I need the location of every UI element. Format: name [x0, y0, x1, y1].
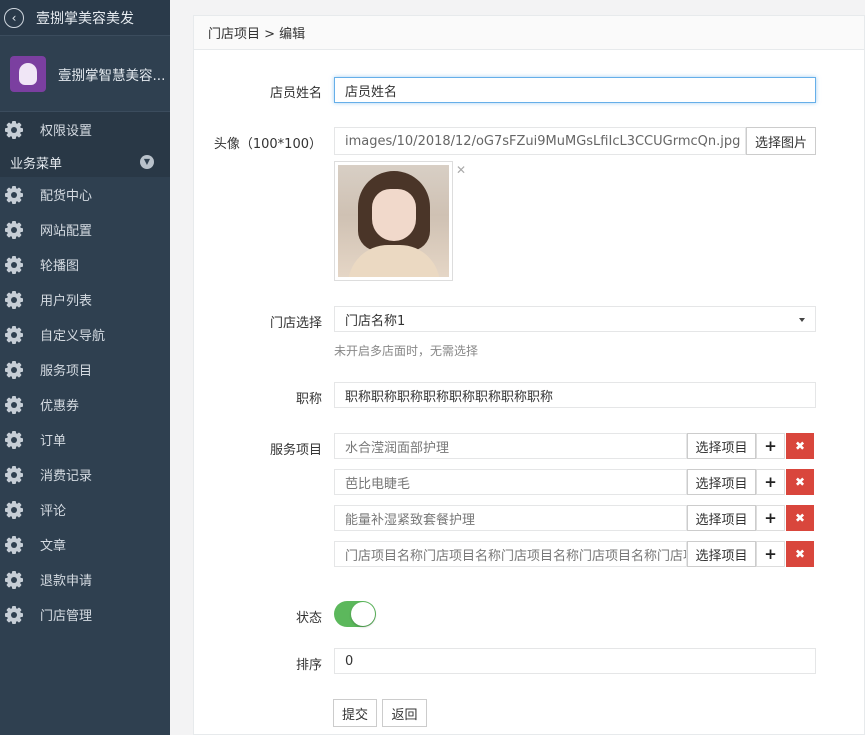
sidebar-item-label: 轮播图 [40, 259, 80, 274]
sidebar-item[interactable]: 配货中心 [0, 177, 170, 212]
sidebar: ‹ 壹捌掌美容美发 壹捌掌智慧美容... 权限设置 业务菜单 ▼ 配货中心网站配… [0, 0, 170, 735]
delete-icon[interactable]: ✖ [786, 505, 814, 531]
gear-icon [5, 325, 23, 344]
gear-icon [5, 500, 23, 519]
sidebar-header: ‹ 壹捌掌美容美发 [0, 0, 170, 36]
caret-down-icon [799, 318, 805, 322]
gear-icon [5, 605, 23, 624]
plus-icon[interactable]: + [756, 469, 785, 495]
brand-name: 壹捌掌智慧美容... [58, 67, 166, 84]
sort-input[interactable]: 0 [334, 648, 816, 674]
plus-icon[interactable]: + [756, 541, 785, 567]
sidebar-item[interactable]: 消费记录 [0, 457, 170, 492]
delete-icon[interactable]: ✖ [786, 433, 814, 459]
plus-icon[interactable]: + [756, 433, 785, 459]
status-toggle[interactable] [334, 601, 376, 627]
sidebar-item[interactable]: 用户列表 [0, 282, 170, 317]
sidebar-item-label: 评论 [40, 504, 67, 519]
sidebar-item[interactable]: 自定义导航 [0, 317, 170, 352]
sidebar-item-label: 用户列表 [40, 294, 93, 309]
sidebar-item[interactable]: 轮播图 [0, 247, 170, 282]
back-circle-icon[interactable]: ‹ [4, 7, 24, 28]
service-input[interactable]: 门店项目名称门店项目名称门店项目名称门店项目名称门店项目 [334, 541, 687, 567]
sidebar-item-label: 订单 [40, 434, 67, 449]
delete-icon[interactable]: ✖ [786, 541, 814, 567]
store-hint: 未开启多店面时，无需选择 [334, 344, 479, 358]
avatar-label: 头像（100*100） [213, 137, 322, 152]
gear-icon [5, 570, 23, 589]
sidebar-item[interactable]: 服务项目 [0, 352, 170, 387]
staff-name-input[interactable]: 店员姓名 [334, 77, 816, 103]
choose-image-button[interactable]: 选择图片 [746, 127, 816, 155]
gear-icon [5, 430, 23, 449]
gear-icon [5, 535, 23, 554]
sidebar-item-label: 配货中心 [40, 189, 93, 204]
plus-icon[interactable]: + [756, 505, 785, 531]
choose-service-button[interactable]: 选择项目 [687, 505, 756, 531]
brand-logo [10, 55, 46, 92]
gear-icon [5, 220, 23, 239]
services-label: 服务项目 [269, 443, 322, 458]
sidebar-item-permissions[interactable]: 权限设置 [0, 112, 170, 147]
gear-icon [5, 120, 23, 139]
sidebar-item-label: 自定义导航 [40, 329, 106, 344]
store-select[interactable]: 门店名称1 [334, 306, 816, 332]
avatar-image [338, 165, 449, 277]
gear-icon [5, 465, 23, 484]
submit-button[interactable]: 提交 [333, 699, 377, 727]
remove-image-icon[interactable]: ✕ [456, 163, 466, 177]
breadcrumb: 门店项目 > 编辑 [194, 16, 864, 50]
sort-label: 排序 [295, 658, 322, 673]
chevron-down-icon: ▼ [140, 155, 154, 169]
delete-icon[interactable]: ✖ [786, 469, 814, 495]
title-label: 职称 [295, 392, 322, 407]
title-input[interactable]: 职称职称职称职称职称职称职称职称 [334, 382, 816, 408]
service-input[interactable]: 芭比电睫毛 [334, 469, 687, 495]
service-input[interactable]: 能量补湿紧致套餐护理 [334, 505, 687, 531]
sidebar-item-label: 门店管理 [40, 609, 93, 624]
sidebar-item[interactable]: 优惠券 [0, 387, 170, 422]
main-panel: 门店项目 > 编辑 店员姓名 店员姓名 头像（100*100） images/1… [193, 15, 865, 735]
gear-icon [5, 255, 23, 274]
staff-name-label: 店员姓名 [269, 86, 322, 101]
choose-service-button[interactable]: 选择项目 [687, 469, 756, 495]
sidebar-item-label: 网站配置 [40, 224, 93, 239]
avatar-path-input[interactable]: images/10/2018/12/oG7sFZui9MuMGsLfiIcL3C… [334, 127, 746, 155]
store-label: 门店选择 [269, 316, 322, 331]
sidebar-item-label: 服务项目 [40, 364, 93, 379]
sidebar-item-label: 优惠券 [40, 399, 80, 414]
sidebar-item-label: 消费记录 [40, 469, 93, 484]
sidebar-item[interactable]: 门店管理 [0, 597, 170, 632]
app-title: 壹捌掌美容美发 [36, 10, 134, 27]
sidebar-item[interactable]: 退款申请 [0, 562, 170, 597]
sidebar-item[interactable]: 网站配置 [0, 212, 170, 247]
gear-icon [5, 360, 23, 379]
sidebar-item[interactable]: 评论 [0, 492, 170, 527]
sidebar-item-label: 退款申请 [40, 574, 93, 589]
choose-service-button[interactable]: 选择项目 [687, 541, 756, 567]
sidebar-item[interactable]: 订单 [0, 422, 170, 457]
back-button[interactable]: 返回 [382, 699, 427, 727]
sidebar-item[interactable]: 文章 [0, 527, 170, 562]
brand-block: 壹捌掌智慧美容... [0, 36, 170, 112]
status-label: 状态 [295, 611, 322, 626]
service-input[interactable]: 水合滢润面部护理 [334, 433, 687, 459]
gear-icon [5, 395, 23, 414]
avatar-thumbnail [334, 161, 453, 281]
sidebar-group-business[interactable]: 业务菜单 ▼ [0, 147, 170, 177]
breadcrumb-text: 门店项目 > 编辑 [208, 27, 306, 42]
choose-service-button[interactable]: 选择项目 [687, 433, 756, 459]
gear-icon [5, 290, 23, 309]
sidebar-group-label: 业务菜单 [10, 156, 63, 172]
sidebar-item-label: 权限设置 [40, 124, 93, 139]
sidebar-item-label: 文章 [40, 539, 67, 554]
gear-icon [5, 185, 23, 204]
